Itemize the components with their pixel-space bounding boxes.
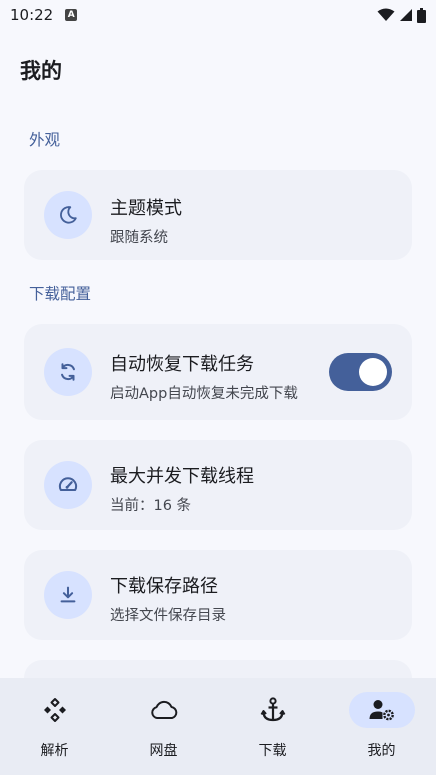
- notification-icon: A: [65, 9, 78, 21]
- nav-label: 我的: [367, 743, 396, 759]
- status-time: 10:22: [10, 6, 54, 24]
- setting-save-path-text: 下载保存路径 选择文件保存目录: [110, 572, 226, 625]
- setting-subtitle: 当前：16 条: [110, 498, 192, 514]
- setting-theme-text: 主题模式 跟随系统: [110, 194, 182, 247]
- setting-title: 自动恢复下载任务: [110, 354, 254, 375]
- setting-auto-resume[interactable]: 自动恢复下载任务 启动App自动恢复未完成下载: [24, 324, 412, 420]
- setting-subtitle: 启动App自动恢复未完成下载: [110, 386, 298, 402]
- nav-item-download[interactable]: 下载: [218, 678, 327, 775]
- nav-label: 网盘: [149, 743, 178, 759]
- section-label-appearance: 外观: [29, 131, 61, 149]
- section-label-download: 下载配置: [29, 285, 92, 303]
- toggle-knob: [359, 358, 387, 386]
- wifi-icon: [377, 8, 395, 21]
- parse-icon: [22, 692, 88, 728]
- setting-max-threads-text: 最大并发下载线程 当前：16 条: [110, 462, 254, 515]
- speedometer-icon: [44, 461, 92, 509]
- setting-title: 最大并发下载线程: [110, 466, 254, 487]
- user-settings-icon: [348, 692, 415, 728]
- setting-subtitle: 跟随系统: [110, 230, 168, 246]
- setting-max-threads[interactable]: 最大并发下载线程 当前：16 条: [24, 440, 412, 530]
- setting-title: 主题模式: [110, 198, 182, 219]
- nav-label: 下载: [258, 743, 287, 759]
- nav-item-parse[interactable]: 解析: [0, 678, 109, 775]
- setting-subtitle: 选择文件保存目录: [110, 608, 226, 624]
- status-indicators: [377, 7, 426, 23]
- setting-save-path[interactable]: 下载保存路径 选择文件保存目录: [24, 550, 412, 640]
- sync-icon: [44, 348, 92, 396]
- anchor-icon: [240, 692, 306, 728]
- download-icon: [44, 571, 92, 619]
- nav-item-mine[interactable]: 我的: [327, 678, 436, 775]
- signal-icon: [400, 9, 412, 21]
- nav-label: 解析: [40, 743, 69, 759]
- auto-resume-toggle[interactable]: [329, 353, 392, 391]
- page-title: 我的: [20, 59, 62, 83]
- moon-icon: [44, 191, 92, 239]
- setting-auto-resume-text: 自动恢复下载任务 启动App自动恢复未完成下载: [110, 350, 298, 403]
- cloud-icon: [131, 692, 197, 728]
- battery-icon: [417, 7, 426, 23]
- bottom-navigation: 解析 网盘 下载 我的: [0, 678, 436, 775]
- status-bar: 10:22 A: [0, 0, 436, 30]
- setting-title: 下载保存路径: [110, 576, 218, 597]
- setting-theme-mode[interactable]: 主题模式 跟随系统: [24, 170, 412, 260]
- nav-item-cloud[interactable]: 网盘: [109, 678, 218, 775]
